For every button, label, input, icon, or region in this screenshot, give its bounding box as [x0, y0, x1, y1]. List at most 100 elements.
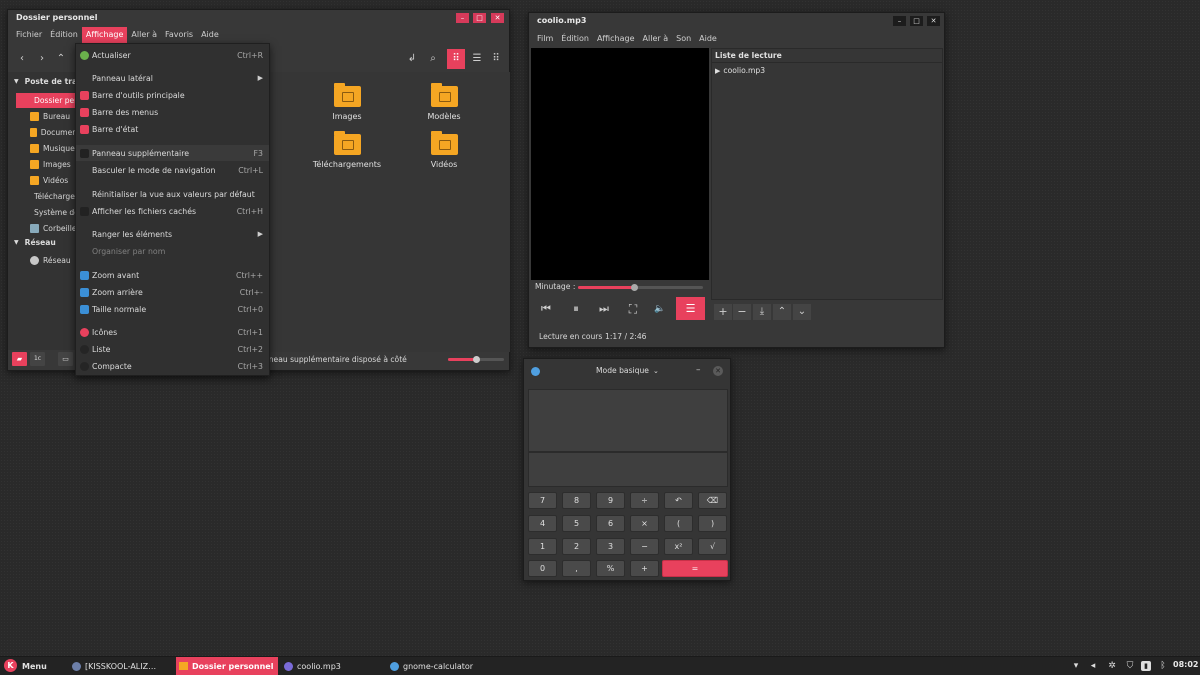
list-view-button[interactable]: ☰: [468, 51, 486, 67]
menu-item-refresh[interactable]: Actualiser Ctrl+R: [76, 47, 269, 63]
menu-aide[interactable]: Aide: [695, 31, 721, 47]
sidebar-item-documents[interactable]: Documents: [16, 125, 84, 140]
key-9[interactable]: 9: [596, 492, 625, 509]
maximize-button[interactable]: □: [473, 13, 486, 23]
key-3[interactable]: 3: [596, 538, 625, 555]
playlist-item[interactable]: ▶ coolio.mp3: [715, 66, 765, 75]
key-close-paren[interactable]: ): [698, 515, 727, 532]
power-icon[interactable]: ▮: [1141, 661, 1151, 671]
seek-bar-handle[interactable]: [631, 284, 639, 291]
menu-aller-a[interactable]: Aller à: [639, 31, 673, 47]
key-subtract[interactable]: −: [630, 538, 659, 555]
minimize-button[interactable]: –: [696, 365, 701, 375]
key-1[interactable]: 1: [528, 538, 557, 555]
menu-logo-icon[interactable]: K: [4, 659, 17, 672]
key-equals[interactable]: =: [662, 560, 728, 577]
key-sqrt[interactable]: √: [698, 538, 727, 555]
key-7[interactable]: 7: [528, 492, 557, 509]
task-calculator[interactable]: gnome-calculator: [390, 657, 473, 675]
path-bar-toggle-icon[interactable]: ↲: [403, 51, 421, 67]
menu-affichage[interactable]: Affichage: [593, 31, 639, 47]
folder-downloads[interactable]: Téléchargements: [302, 131, 392, 169]
backspace-icon[interactable]: ⌫: [698, 492, 727, 509]
playlist-toggle-button[interactable]: ☰: [676, 297, 705, 320]
key-percent[interactable]: %: [596, 560, 625, 577]
menu-item-icons-view[interactable]: Icônes Ctrl+1: [76, 324, 269, 340]
places-toggle-button[interactable]: ▰: [12, 352, 27, 366]
folder-templates[interactable]: Modèles: [399, 83, 489, 121]
menu-edition[interactable]: Édition: [557, 31, 593, 47]
menu-fichier[interactable]: Fichier: [12, 27, 46, 43]
menu-film[interactable]: Film: [533, 31, 557, 47]
tree-toggle-button[interactable]: 1c: [30, 352, 45, 366]
menu-item-reset-view[interactable]: Réinitialiser la vue aux valeurs par déf…: [76, 186, 269, 202]
calculator-display[interactable]: [528, 389, 728, 452]
zoom-slider-handle[interactable]: [473, 356, 480, 363]
task-file-manager[interactable]: Dossier personnel: [176, 657, 278, 675]
menu-item-compact-view[interactable]: Compacte Ctrl+3: [76, 358, 269, 374]
menu-item-zoom-out[interactable]: Zoom arrière Ctrl+-: [76, 284, 269, 300]
wifi-icon[interactable]: ▾: [1071, 661, 1081, 671]
sidebar-section-network[interactable]: ▼ Réseau: [14, 238, 56, 247]
bluetooth-icon[interactable]: ᛒ: [1158, 661, 1168, 671]
icon-view-button[interactable]: ⠿: [447, 49, 465, 69]
menu-item-extra-pane[interactable]: Panneau supplémentaire F3: [76, 145, 269, 161]
sidebar-item-trash[interactable]: Corbeille: [16, 221, 84, 236]
calculator-input[interactable]: [528, 452, 728, 487]
sidebar-item-home[interactable]: Dossier personnel: [16, 93, 84, 108]
shield-icon[interactable]: ⛉: [1125, 661, 1135, 671]
menu-item-arrange-items[interactable]: Ranger les éléments ▶: [76, 226, 269, 242]
menu-edition[interactable]: Édition: [46, 27, 82, 43]
menu-item-show-hidden[interactable]: Afficher les fichiers cachés Ctrl+H: [76, 203, 269, 219]
playlist-add-icon[interactable]: +: [714, 304, 732, 320]
video-area[interactable]: [531, 48, 709, 280]
sidebar-section-computer[interactable]: ▼Poste de travail: [14, 77, 84, 86]
menu-son[interactable]: Son: [672, 31, 695, 47]
search-icon[interactable]: ⌕: [424, 51, 442, 67]
folder-videos[interactable]: Vidéos: [399, 131, 489, 169]
previous-icon[interactable]: ⏮: [537, 301, 555, 317]
close-button[interactable]: ✕: [713, 366, 723, 376]
menu-aide[interactable]: Aide: [197, 27, 223, 43]
playlist-save-icon[interactable]: ⤓: [753, 304, 771, 320]
sidebar-item-videos[interactable]: Vidéos: [16, 173, 84, 188]
key-square[interactable]: x²: [664, 538, 693, 555]
task-terminal[interactable]: [KISSKOOL-ALIZ…: [72, 657, 168, 675]
menu-favoris[interactable]: Favoris: [161, 27, 197, 43]
sidebar-item-music[interactable]: Musique: [16, 141, 84, 156]
minimize-button[interactable]: –: [893, 16, 906, 26]
sidebar-item-images[interactable]: Images: [16, 157, 84, 172]
undo-icon[interactable]: ↶: [664, 492, 693, 509]
seek-bar[interactable]: [578, 284, 703, 291]
playlist-remove-icon[interactable]: −: [733, 304, 751, 320]
volume-icon[interactable]: 🔈: [651, 301, 669, 317]
key-add[interactable]: +: [630, 560, 659, 577]
forward-icon[interactable]: ›: [33, 51, 51, 67]
menu-aller-a[interactable]: Aller à: [127, 27, 161, 43]
back-icon[interactable]: ‹: [13, 51, 31, 67]
clock[interactable]: 08:02: [1173, 660, 1198, 669]
sidebar-item-network[interactable]: Réseau: [16, 253, 84, 268]
fullscreen-icon[interactable]: ⛶: [624, 301, 642, 317]
menu-affichage[interactable]: Affichage: [81, 27, 128, 43]
key-5[interactable]: 5: [562, 515, 591, 532]
key-open-paren[interactable]: (: [664, 515, 693, 532]
minimize-button[interactable]: –: [456, 13, 469, 23]
menu-item-normal-size[interactable]: Taille normale Ctrl+0: [76, 301, 269, 317]
key-decimal[interactable]: ,: [562, 560, 591, 577]
up-icon[interactable]: ⌃: [52, 51, 70, 67]
menu-item-main-toolbar[interactable]: Barre d'outils principale: [76, 87, 269, 103]
menu-item-zoom-in[interactable]: Zoom avant Ctrl++: [76, 267, 269, 283]
file-manager-titlebar[interactable]: Dossier personnel – □ ✕: [8, 10, 509, 26]
folder-images[interactable]: Images: [302, 83, 392, 121]
menu-item-toggle-navigation[interactable]: Basculer le mode de navigation Ctrl+L: [76, 162, 269, 178]
key-divide[interactable]: ÷: [630, 492, 659, 509]
menu-button[interactable]: Menu: [22, 657, 47, 675]
media-player-titlebar[interactable]: coolio.mp3 – □ ✕: [529, 13, 944, 29]
mode-selector[interactable]: Mode basique ⌄: [596, 366, 659, 375]
key-2[interactable]: 2: [562, 538, 591, 555]
playlist-up-icon[interactable]: ⌃: [773, 304, 791, 320]
sidebar-item-filesystem[interactable]: Système de fichiers: [16, 205, 84, 220]
task-media-player[interactable]: coolio.mp3: [284, 657, 341, 675]
volume-icon[interactable]: ◂: [1088, 661, 1098, 671]
